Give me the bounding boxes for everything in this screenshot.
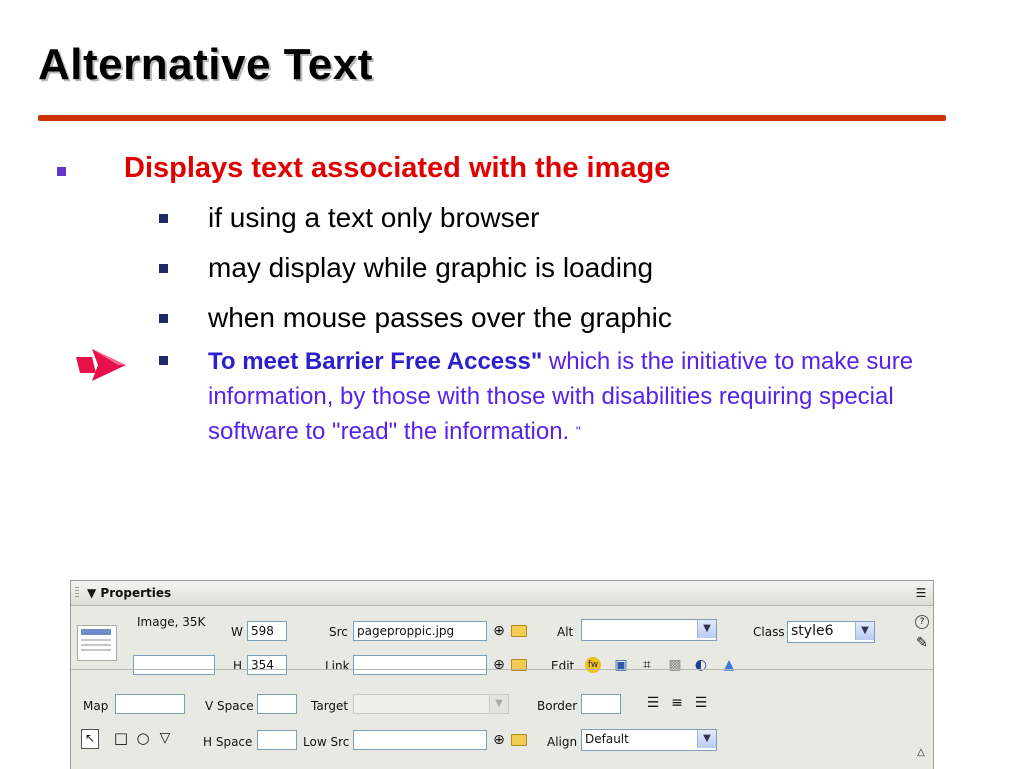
width-field[interactable]: 598 [247, 621, 287, 641]
image-name-field[interactable] [133, 655, 215, 675]
slide-title: Alternative Text [38, 40, 373, 89]
sub-bullet-marker [159, 264, 168, 273]
alt-dropdown[interactable]: ▼ [581, 619, 717, 641]
chevron-down-icon[interactable]: ▼ [855, 622, 874, 640]
pointer-arrow-icon [76, 349, 126, 381]
border-label: Border [537, 699, 578, 713]
note-end-quote: " [575, 423, 581, 439]
edit-label: Edit [551, 659, 575, 673]
align-label: Align [547, 735, 578, 749]
target-label: Target [311, 699, 349, 713]
hspace-field[interactable] [257, 730, 297, 750]
oval-hotspot-icon[interactable]: ○ [135, 730, 151, 746]
target-dropdown: ▼ [353, 694, 509, 714]
barrier-free-note: To meet Barrier Free Access" which is th… [208, 344, 928, 449]
sub-bullet-marker [159, 356, 168, 365]
sub-bullet-marker [159, 314, 168, 323]
brightness-contrast-icon[interactable]: ◐ [693, 657, 709, 673]
height-label: H [233, 659, 243, 673]
properties-panel-header[interactable]: ▼ Properties ☰ [71, 581, 933, 606]
align-center-icon[interactable]: ≡ [669, 695, 685, 711]
expand-collapse-icon[interactable]: △ [913, 745, 929, 761]
width-label: W [231, 625, 243, 639]
chevron-down-icon[interactable]: ▼ [697, 730, 716, 748]
hspace-label: H Space [203, 735, 253, 749]
panel-grip-handle[interactable] [75, 587, 79, 599]
lowsrc-field[interactable] [353, 730, 487, 750]
polygon-hotspot-icon[interactable]: ▽ [157, 730, 173, 746]
point-to-file-icon[interactable]: ⊕ [491, 657, 507, 673]
browse-folder-icon[interactable] [511, 734, 527, 746]
image-info-label: Image, 35K [137, 615, 206, 629]
map-field[interactable] [115, 694, 185, 714]
height-field[interactable]: 354 [247, 655, 287, 675]
src-field[interactable]: pageproppic.jpg [353, 621, 487, 641]
chevron-down-icon: ▼ [489, 695, 508, 713]
class-dropdown[interactable]: style6 ▼ [787, 621, 875, 643]
panel-divider [71, 669, 933, 670]
sharpen-icon[interactable]: ▲ [721, 657, 737, 673]
help-icon[interactable]: ? [915, 615, 929, 629]
crop-icon[interactable]: ⌗ [639, 657, 655, 673]
properties-panel: ▼ Properties ☰ Image, 35K W 598 Src page… [70, 580, 934, 769]
panel-title-label: Properties [100, 586, 172, 600]
vspace-label: V Space [205, 699, 254, 713]
optimize-icon[interactable]: ▣ [613, 657, 629, 673]
image-thumbnail [77, 625, 117, 661]
quick-tag-editor-icon[interactable]: ✎ [914, 635, 930, 651]
link-field[interactable] [353, 655, 487, 675]
class-label: Class [753, 625, 785, 639]
align-left-icon[interactable]: ☰ [645, 695, 661, 711]
pointer-hotspot-icon[interactable]: ↖ [81, 729, 99, 749]
map-label: Map [83, 699, 109, 713]
fireworks-edit-icon[interactable]: fw [585, 657, 601, 673]
main-bullet-text: Displays text associated with the image [124, 152, 671, 184]
point-to-file-icon[interactable]: ⊕ [491, 623, 507, 639]
sub-bullet-marker [159, 214, 168, 223]
border-field[interactable] [581, 694, 621, 714]
sub-bullet-text: may display while graphic is loading [208, 252, 654, 283]
align-dropdown[interactable]: Default ▼ [581, 729, 717, 751]
note-bold-text: To meet Barrier Free Access" [208, 348, 543, 375]
link-label: Link [325, 659, 350, 673]
align-right-icon[interactable]: ☰ [693, 695, 709, 711]
src-label: Src [329, 625, 348, 639]
collapse-triangle-icon: ▼ [87, 586, 97, 600]
lowsrc-label: Low Src [303, 735, 350, 749]
options-menu-icon[interactable]: ☰ [913, 585, 929, 601]
browse-folder-icon[interactable] [511, 625, 527, 637]
properties-panel-title[interactable]: ▼ Properties [87, 586, 171, 600]
sub-bullet-text: if using a text only browser [208, 202, 540, 233]
alt-label: Alt [557, 625, 574, 639]
bullet-marker [57, 167, 66, 176]
chevron-down-icon[interactable]: ▼ [697, 620, 716, 638]
vspace-field[interactable] [257, 694, 297, 714]
class-value: style6 [791, 623, 834, 639]
sub-bullet-text: when mouse passes over the graphic [208, 302, 672, 333]
point-to-file-icon[interactable]: ⊕ [491, 732, 507, 748]
align-value: Default [585, 732, 629, 746]
rectangle-hotspot-icon[interactable]: □ [113, 730, 129, 746]
resample-icon[interactable]: ▩ [667, 657, 683, 673]
title-underline [38, 115, 946, 121]
